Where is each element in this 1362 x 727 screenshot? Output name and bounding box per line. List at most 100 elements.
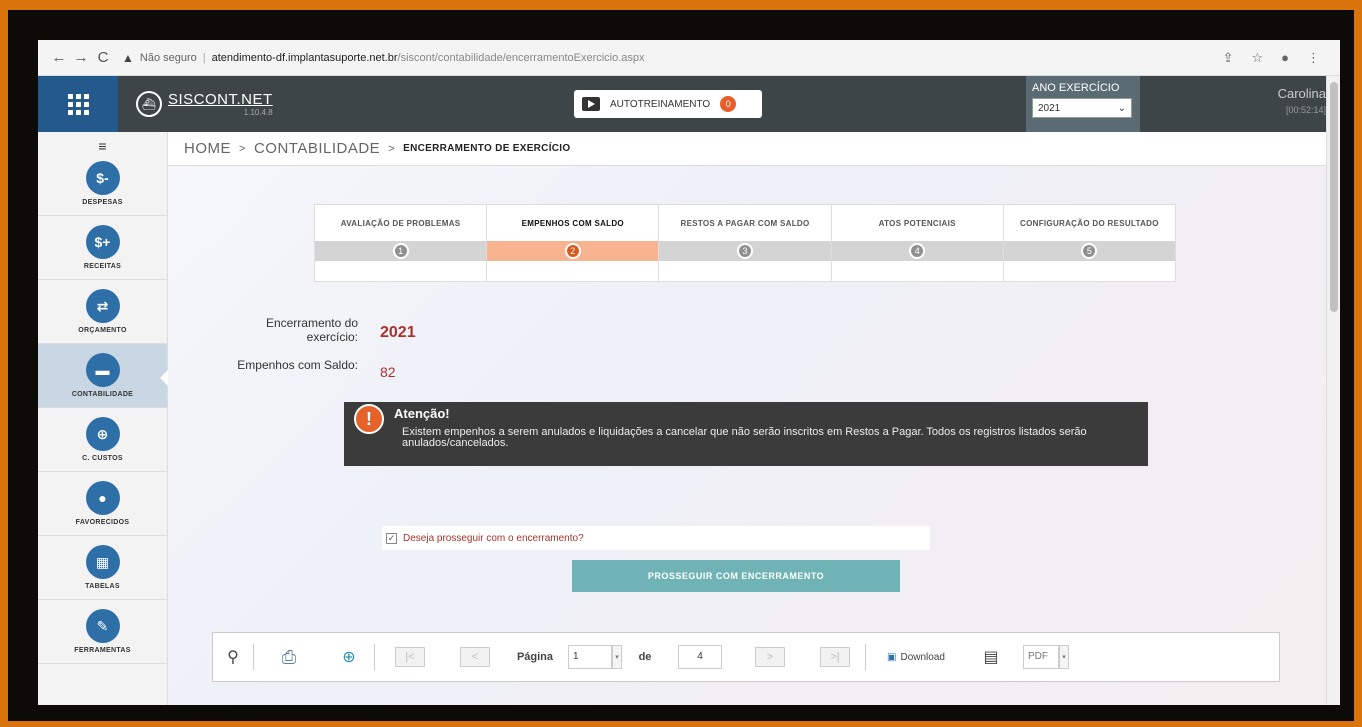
user-icon: ● bbox=[85, 481, 120, 515]
browser-toolbar: ← → C ▲ Não seguro | atendimento-df.impl… bbox=[38, 40, 1340, 76]
money-plus-icon: $+ bbox=[85, 225, 120, 259]
step-number: 3 bbox=[737, 243, 753, 259]
page-scrollbar[interactable] bbox=[1326, 76, 1340, 705]
warning-alert: ! Atenção! Existem empenhos a serem anul… bbox=[344, 402, 1148, 466]
sidebar-item-ferramentas[interactable]: ✎ FERRAMENTAS bbox=[38, 600, 167, 664]
sidebar-item-favorecidos[interactable]: ● FAVORECIDOS bbox=[38, 472, 167, 536]
sidebar-item-label: DESPESAS bbox=[82, 199, 123, 206]
sidebar-item-contabilidade[interactable]: ▬ CONTABILIDADE bbox=[38, 344, 168, 408]
encerramento-label-line1: Encerramento do bbox=[265, 316, 358, 330]
reload-button[interactable]: C bbox=[92, 49, 114, 66]
url-path: /siscont/contabilidade/encerramentoExerc… bbox=[397, 51, 645, 64]
previous-page-icon[interactable]: < bbox=[460, 647, 490, 667]
share-icon[interactable]: ⇪ bbox=[1223, 50, 1234, 66]
step-title: RESTOS A PAGAR COM SALDO bbox=[680, 218, 810, 228]
step-restos-a-pagar[interactable]: RESTOS A PAGAR COM SALDO 3 bbox=[659, 205, 832, 281]
more-menu-icon[interactable]: ⋮ bbox=[1307, 50, 1320, 66]
page-label: Página bbox=[516, 651, 554, 663]
print-web-icon[interactable]: ⊕ bbox=[324, 642, 374, 672]
download-label: Download bbox=[900, 651, 945, 663]
step-title: AVALIAÇÃO DE PROBLEMAS bbox=[340, 218, 461, 228]
sidebar-item-label: FERRAMENTAS bbox=[74, 647, 131, 654]
download-icon: ▣ bbox=[887, 651, 897, 663]
breadcrumb: HOME > CONTABILIDADE > ENCERRAMENTO DE E… bbox=[168, 132, 1340, 166]
search-icon[interactable]: ⚲ bbox=[213, 642, 253, 672]
format-select[interactable]: PDF bbox=[1023, 645, 1059, 669]
page-input[interactable]: 1 bbox=[568, 645, 612, 669]
forward-button[interactable]: → bbox=[70, 49, 92, 66]
url-host: atendimento-df.implantasuporte.net.br bbox=[211, 51, 398, 64]
print-icon[interactable]: ⎙ bbox=[254, 642, 324, 672]
sidebar: ≡ $- DESPESAS $+ RECEITAS ⇄ ORÇAMENTO ▬ … bbox=[38, 132, 168, 705]
last-page-icon[interactable]: >| bbox=[820, 647, 850, 667]
sidebar-item-label: CONTABILIDADE bbox=[71, 391, 134, 398]
sidebar-item-label: FAVORECIDOS bbox=[75, 519, 130, 526]
empenhos-label: Empenhos com Saldo: bbox=[237, 358, 358, 372]
money-minus-icon: $- bbox=[85, 161, 120, 195]
back-button[interactable]: ← bbox=[48, 49, 70, 66]
save-icon[interactable]: ▤ bbox=[966, 642, 1016, 672]
sidebar-item-orcamento[interactable]: ⇄ ORÇAMENTO bbox=[38, 280, 167, 344]
step-number: 5 bbox=[1081, 243, 1098, 259]
sidebar-item-tabelas[interactable]: ▦ TABELAS bbox=[38, 536, 167, 600]
star-icon[interactable]: ☆ bbox=[1251, 50, 1263, 66]
brand[interactable]: ⛴ SISCONT.NET 1.10.4.8 bbox=[118, 76, 338, 132]
chevron-right-icon: > bbox=[239, 142, 246, 155]
user-info[interactable]: Carolina [00:52:14] bbox=[1278, 86, 1326, 115]
page-spinner[interactable]: ▾ bbox=[612, 645, 622, 669]
screenshot-frame: ← → C ▲ Não seguro | atendimento-df.impl… bbox=[8, 10, 1354, 721]
ship-icon: ▬ bbox=[85, 353, 120, 387]
ano-exercicio: ANO EXERCÍCIO 2021 ⌄ bbox=[1026, 76, 1140, 132]
confirm-label[interactable]: Deseja prosseguir com o encerramento? bbox=[403, 533, 584, 544]
step-avaliacao-problemas[interactable]: AVALIAÇÃO DE PROBLEMAS 1 bbox=[315, 205, 488, 281]
scroll-thumb[interactable] bbox=[1330, 82, 1338, 312]
step-number: 2 bbox=[564, 243, 581, 259]
grid-icon bbox=[67, 93, 89, 115]
breadcrumb-home[interactable]: HOME bbox=[184, 140, 231, 157]
download-button[interactable]: ▣ Download bbox=[866, 642, 966, 672]
total-pages: 4 bbox=[678, 645, 722, 669]
next-page-icon[interactable]: > bbox=[755, 647, 785, 667]
sidebar-item-despesas[interactable]: $- DESPESAS bbox=[38, 152, 167, 216]
encerramento-value: 2021 bbox=[380, 324, 416, 341]
profile-icon[interactable]: ● bbox=[1281, 50, 1289, 66]
ano-exercicio-label: ANO EXERCÍCIO bbox=[1032, 82, 1120, 94]
step-title: EMPENHOS COM SALDO bbox=[521, 218, 624, 228]
menu-toggle-icon[interactable]: ≡ bbox=[38, 132, 167, 154]
browser-actions: ⇪ ☆ ● ⋮ bbox=[1223, 50, 1320, 66]
sidebar-item-receitas[interactable]: $+ RECEITAS bbox=[38, 216, 167, 280]
sidebar-item-label: TABELAS bbox=[85, 583, 120, 590]
format-dropdown[interactable]: ▾ bbox=[1059, 645, 1069, 669]
encerramento-label: Encerramento do exercício: bbox=[208, 316, 358, 344]
browser-window: ← → C ▲ Não seguro | atendimento-df.impl… bbox=[38, 40, 1340, 705]
autotreinamento-button[interactable]: AUTOTREINAMENTO 0 bbox=[574, 90, 762, 118]
sidebar-item-centro-custos[interactable]: ⊕ C. CUSTOS bbox=[38, 408, 167, 472]
step-number: 4 bbox=[909, 243, 926, 259]
apps-grid-button[interactable] bbox=[38, 76, 118, 132]
step-empenhos-com-saldo[interactable]: EMPENHOS COM SALDO 2 bbox=[487, 205, 660, 281]
step-title: ATOS POTENCIAIS bbox=[878, 218, 956, 228]
step-title: CONFIGURAÇÃO DO RESULTADO bbox=[1020, 218, 1159, 228]
exclamation-icon: ! bbox=[354, 404, 384, 434]
ano-exercicio-select[interactable]: 2021 ⌄ bbox=[1032, 98, 1132, 118]
breadcrumb-section[interactable]: CONTABILIDADE bbox=[254, 140, 380, 157]
first-page-icon[interactable]: |< bbox=[395, 647, 425, 667]
empenhos-value: 82 bbox=[380, 364, 396, 380]
step-atos-potenciais[interactable]: ATOS POTENCIAIS 4 bbox=[831, 205, 1004, 281]
step-configuracao-resultado[interactable]: CONFIGURAÇÃO DO RESULTADO 5 bbox=[1003, 205, 1176, 281]
wizard-steps: AVALIAÇÃO DE PROBLEMAS 1 EMPENHOS COM SA… bbox=[314, 204, 1176, 282]
session-timer: [00:52:14] bbox=[1285, 105, 1326, 115]
security-label: Não seguro bbox=[139, 51, 197, 64]
step-number: 1 bbox=[392, 243, 409, 259]
sidebar-item-label: C. CUSTOS bbox=[82, 455, 123, 462]
alert-title: Atenção! bbox=[394, 406, 450, 421]
confirm-checkbox[interactable]: ✓ bbox=[386, 532, 397, 544]
user-name: Carolina bbox=[1277, 86, 1326, 101]
autotreinamento-label: AUTOTREINAMENTO bbox=[610, 98, 711, 110]
chevron-right-icon: > bbox=[388, 142, 396, 155]
of-label: de bbox=[638, 651, 652, 663]
proceed-encerramento-button[interactable]: PROSSEGUIR COM ENCERRAMENTO bbox=[572, 560, 900, 592]
ano-exercicio-value: 2021 bbox=[1038, 102, 1061, 114]
brand-name: SISCONT.NET bbox=[168, 91, 273, 108]
address-bar[interactable]: ▲ Não seguro | atendimento-df.implantasu… bbox=[122, 51, 1223, 65]
